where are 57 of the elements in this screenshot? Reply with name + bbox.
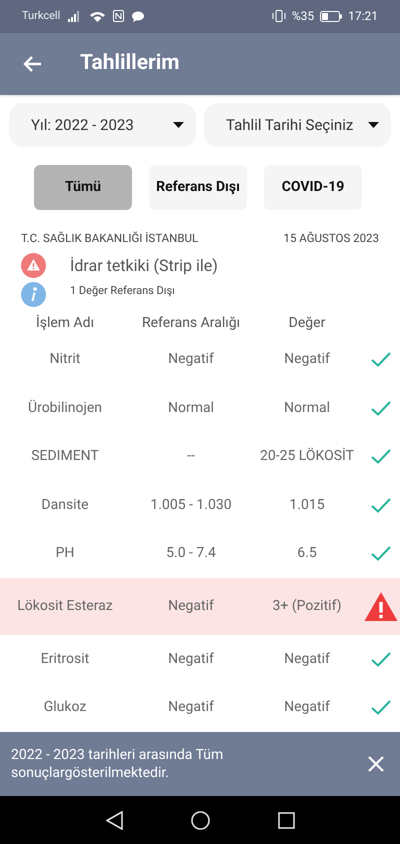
table-cell-text: Glukoz xyxy=(42,698,88,718)
table-cell-text: SEDIMENT xyxy=(30,447,100,466)
report-date: 15 AĞUSTOS 2023 xyxy=(284,230,379,248)
table-cell-text: Negatif xyxy=(167,350,215,370)
back-nav-icon[interactable] xyxy=(106,810,122,830)
column-header: Referans Aralığı xyxy=(140,314,242,333)
table-cell-text: 1.005 - 1.030 xyxy=(149,496,233,515)
report-title: İdrar tetkiki (Strip ile) xyxy=(70,254,218,277)
dropdown[interactable]: Yıl: 2022 - 2023 xyxy=(9,103,196,148)
wifi-icon xyxy=(90,10,106,22)
page-title: Tahlillerim xyxy=(80,50,180,78)
home-nav-icon[interactable] xyxy=(190,810,210,830)
nfc-icon xyxy=(113,10,124,22)
dropdown[interactable]: Tahlil Tarihi Seçiniz xyxy=(204,103,391,148)
table-cell-text: -- xyxy=(186,447,196,466)
table-cell-text: Negatif xyxy=(283,350,331,370)
table-cell-text: Nitrit xyxy=(48,350,82,370)
snackbar-message: 2022 - 2023 tarihleri arasında Tüm sonuçlargösterilmektedir. xyxy=(11,746,224,782)
column-header: İşlem Adı xyxy=(34,314,96,333)
filter-tab[interactable]: Referans Dışı xyxy=(149,165,247,210)
caret-icon xyxy=(368,122,379,128)
caret-icon xyxy=(173,122,184,128)
table-cell-text: Negatif xyxy=(283,650,331,669)
out-of-range-note: 1 Değer Referans Dışı xyxy=(70,282,175,299)
table-cell-text: 5.0 - 7.4 xyxy=(165,544,217,564)
table-cell-text: Negatif xyxy=(283,698,331,718)
table-cell-text: 1.015 xyxy=(288,496,326,515)
close-button[interactable] xyxy=(368,756,384,772)
warning-icon xyxy=(364,592,398,622)
table-cell-text: Normal xyxy=(282,398,331,418)
back-button[interactable] xyxy=(22,54,42,73)
institution-text: T.C. SAĞLIK BAKANLIĞI İSTANBUL xyxy=(21,230,198,248)
table-cell-text: PH xyxy=(54,544,76,564)
table-cell-text: 6.5 xyxy=(296,544,318,564)
carrier-text: Turkcell xyxy=(22,8,60,24)
table-cell-text: Negatif xyxy=(167,698,215,718)
info-icon xyxy=(21,282,46,308)
vibrate-icon xyxy=(272,10,286,22)
column-header: Değer xyxy=(288,314,326,333)
filter-tab[interactable]: COVID-19 xyxy=(264,165,362,210)
back-arrow-icon xyxy=(22,54,42,73)
table-cell-text: Normal xyxy=(166,398,215,418)
table-cell-text: 3+ (Pozitif) xyxy=(272,596,342,616)
table-cell-text: Negatif xyxy=(167,596,215,616)
filter-tab[interactable]: Tümü xyxy=(34,165,132,210)
close-icon xyxy=(368,756,384,772)
recents-nav-icon[interactable] xyxy=(278,812,294,829)
table-cell-text: Negatif xyxy=(167,650,215,669)
battery-icon xyxy=(320,10,342,22)
table-cell-text: Ürobilinojen xyxy=(27,398,103,418)
clock-text: 17:21 xyxy=(348,8,378,26)
table-cell-text: Lökosit Esteraz xyxy=(16,596,114,616)
table-cell-text: Eritrosit xyxy=(40,650,90,669)
table-cell-text: Dansite xyxy=(40,496,90,515)
battery-percent: %35 xyxy=(292,8,314,26)
chat-icon xyxy=(132,10,144,22)
table-cell-text: 20-25 LÖKOSİT xyxy=(258,446,356,466)
